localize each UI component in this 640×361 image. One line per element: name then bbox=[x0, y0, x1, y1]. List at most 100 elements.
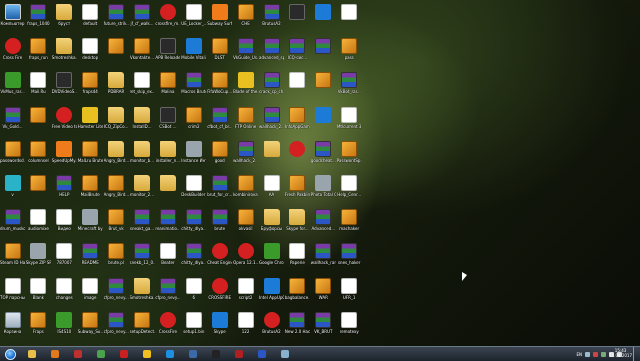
desktop-icon[interactable]: Компьютер bbox=[0, 2, 25, 26]
desktop-icon[interactable]: Vkontakte... bbox=[130, 36, 155, 60]
desktop-icon[interactable]: snes_haker bbox=[337, 241, 362, 265]
desktop-icon[interactable]: installer_n... bbox=[155, 139, 180, 163]
desktop-icon[interactable]: Vk_Gold... bbox=[0, 105, 25, 129]
desktop-icon[interactable] bbox=[104, 36, 129, 55]
clock[interactable]: 15:43 11.04.2017 bbox=[609, 348, 632, 358]
desktop-icon[interactable] bbox=[311, 105, 336, 124]
desktop-icon[interactable] bbox=[285, 139, 310, 158]
desktop-icon[interactable]: Mtlcurrent 3 bbox=[337, 105, 362, 129]
desktop-icon[interactable]: drum_musko... bbox=[0, 207, 25, 231]
desktop-icon[interactable]: MailBrute bbox=[78, 173, 103, 197]
desktop-icon[interactable] bbox=[155, 173, 180, 192]
taskbar-app-chrome[interactable] bbox=[91, 348, 111, 360]
desktop-icon[interactable]: бруст bbox=[52, 2, 77, 26]
desktop-icon[interactable]: v bbox=[0, 173, 25, 197]
desktop-icon[interactable]: Blade of the... bbox=[233, 70, 258, 94]
desktop-icon[interactable]: FifaWoCup... bbox=[207, 70, 232, 94]
desktop-icon[interactable]: Бруфорсы bbox=[259, 207, 284, 231]
desktop-icon[interactable]: VkMus_rar... bbox=[0, 70, 25, 94]
desktop-icon[interactable]: crack_cp_ch... bbox=[259, 70, 284, 94]
desktop-icon[interactable]: Видео bbox=[52, 207, 77, 231]
desktop-icon[interactable]: brute bbox=[207, 207, 232, 231]
desktop-icon[interactable]: goodcheat... bbox=[311, 139, 336, 163]
desktop-icon[interactable]: remotexy bbox=[337, 310, 362, 334]
desktop-icon[interactable]: Help_Cenr... bbox=[337, 173, 362, 197]
desktop-icon[interactable]: Fraps bbox=[26, 310, 51, 334]
desktop-icon[interactable]: Smotreshka... bbox=[52, 36, 77, 60]
desktop-icon[interactable] bbox=[311, 70, 336, 89]
desktop-icon[interactable]: changes bbox=[52, 276, 77, 300]
taskbar-app-media-player[interactable] bbox=[45, 348, 65, 360]
desktop-icon[interactable]: VkGuide_Us... bbox=[233, 36, 258, 60]
desktop-icon[interactable]: BrutusA2 bbox=[259, 310, 284, 334]
desktop-icon[interactable]: desktop bbox=[78, 36, 103, 60]
desktop-icon[interactable]: Opera 12.1... bbox=[233, 241, 258, 265]
desktop-icon[interactable]: HELP bbox=[52, 173, 77, 197]
desktop-icon[interactable]: APB Reloaded bbox=[155, 36, 180, 60]
desktop-icon[interactable]: chitty_dlya... bbox=[181, 241, 206, 265]
desktop-icon[interactable]: Skype for... bbox=[285, 207, 310, 231]
desktop-icon[interactable]: snekb_12_0... bbox=[130, 241, 155, 265]
desktop-icon[interactable]: ICQ_ZipCo... bbox=[104, 105, 129, 129]
desktop-icon[interactable]: monitor_2... bbox=[130, 173, 155, 197]
desktop-icon[interactable]: VK_BRUT bbox=[311, 310, 336, 334]
desktop-icon[interactable]: Macros Brute by [TEA] bbox=[181, 70, 206, 94]
desktop-icon[interactable]: Angry_Bird... bbox=[104, 173, 129, 197]
desktop-icon[interactable]: Blank bbox=[26, 276, 51, 300]
desktop-icon[interactable]: Hamster Lite Archive bbox=[78, 105, 103, 129]
desktop-icon[interactable]: VkBot_rar... bbox=[337, 70, 362, 94]
language-indicator[interactable]: EN bbox=[576, 352, 582, 357]
desktop-icon[interactable]: Brut_vk bbox=[104, 207, 129, 231]
taskbar-app-steam[interactable] bbox=[206, 348, 226, 360]
desktop-icon[interactable] bbox=[311, 2, 336, 21]
desktop-icon[interactable]: Skype bbox=[207, 310, 232, 334]
desktop-icon[interactable]: PDBRAR bbox=[104, 70, 129, 94]
desktop-icon[interactable]: wallhack_2... bbox=[233, 139, 258, 163]
desktop-icon[interactable] bbox=[285, 2, 310, 21]
desktop-icon[interactable]: setupDetect... bbox=[130, 310, 155, 334]
desktop-icon[interactable]: FTP Online bbox=[233, 105, 258, 129]
desktop-icon[interactable]: Minecraft by minecraft... bbox=[78, 207, 103, 231]
taskbar-app-cheat[interactable] bbox=[68, 348, 88, 360]
taskbar-app-explorer[interactable] bbox=[22, 348, 42, 360]
desktop-icon[interactable]: bagbalance... bbox=[285, 276, 310, 300]
desktop-icon[interactable]: Angry_Bird... bbox=[104, 139, 129, 163]
desktop-icon[interactable]: cfpro_nevy... bbox=[155, 276, 180, 300]
desktop-icon[interactable] bbox=[26, 105, 51, 124]
desktop-icon[interactable]: Instance Интернета bbox=[181, 139, 206, 163]
desktop-icon[interactable]: Cheat Engine bbox=[207, 241, 232, 265]
desktop-icon[interactable]: fraps44 bbox=[78, 70, 103, 94]
desktop-icon[interactable]: wallhack_rar... bbox=[311, 241, 336, 265]
desktop-icon[interactable]: Subway Surf bbox=[207, 2, 232, 26]
taskbar-app-word[interactable] bbox=[252, 348, 272, 360]
desktop-icon[interactable]: Intel AppUpC... bbox=[259, 276, 284, 300]
desktop-icon[interactable]: columnsel bbox=[26, 139, 51, 163]
desktop-icon[interactable]: 6 bbox=[181, 276, 206, 300]
desktop-icon[interactable]: cfpro_nevy... bbox=[104, 276, 129, 300]
show-desktop-button[interactable] bbox=[633, 347, 640, 361]
desktop-icon[interactable]: CROSSFIRE bbox=[207, 276, 232, 300]
desktop-icon[interactable]: fraps_1040 bbox=[26, 2, 51, 26]
desktop-icon[interactable]: passwordsd... bbox=[0, 139, 25, 163]
desktop-icon[interactable]: BrutusA2 bbox=[259, 2, 284, 26]
desktop-icon[interactable]: UFR_1 bbox=[337, 276, 362, 300]
desktop-icon[interactable]: Google Chrome bbox=[259, 241, 284, 265]
desktop-icon[interactable]: monitor_b... bbox=[130, 139, 155, 163]
desktop-icon[interactable]: Skype ZIP SPACELIST bbox=[26, 241, 51, 265]
network-icon[interactable] bbox=[601, 351, 606, 357]
desktop-icon[interactable]: Smotreshka... bbox=[130, 276, 155, 300]
desktop-icon[interactable]: crossfire_m... bbox=[155, 2, 180, 26]
desktop-icon[interactable]: CHE bbox=[233, 2, 258, 26]
desktop-icon[interactable]: DeskBuilder 3.0 beta bbox=[181, 173, 206, 197]
keyboard-icon[interactable] bbox=[585, 351, 590, 357]
taskbar-app-crossfire[interactable] bbox=[229, 348, 249, 360]
desktop-icon[interactable]: Fresh Pakbird... bbox=[285, 173, 310, 197]
desktop-icon[interactable]: CrossFire bbox=[155, 310, 180, 334]
desktop-icon[interactable]: cfbot_cf_br... bbox=[207, 105, 232, 129]
desktop-icon[interactable]: sneakt_ga... bbox=[130, 207, 155, 231]
desktop-icon[interactable]: Paperie bbox=[285, 241, 310, 265]
desktop-icon[interactable]: Subway_Su... bbox=[78, 310, 103, 334]
desktop-icon[interactable]: jf_cf_walk... bbox=[130, 2, 155, 26]
desktop-icon[interactable] bbox=[311, 36, 336, 55]
desktop-icon[interactable]: Mail.Ru bbox=[26, 70, 51, 94]
